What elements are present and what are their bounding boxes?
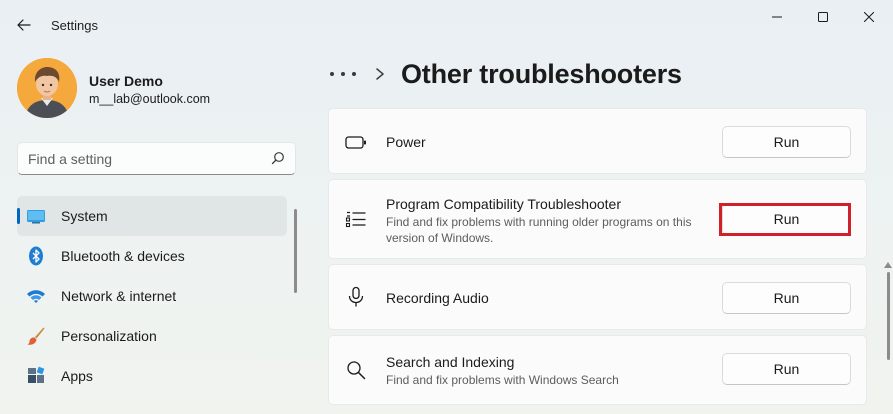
search-input[interactable] (28, 143, 258, 174)
card-title: Program Compatibility Troubleshooter (386, 196, 621, 212)
card-title: Recording Audio (386, 290, 489, 306)
monitor-icon (27, 210, 45, 224)
sidebar-scrollbar[interactable] (294, 209, 297, 293)
sidebar-item-label: System (61, 208, 108, 224)
troubleshooter-card-power: Power Run (328, 108, 867, 174)
close-icon (864, 12, 874, 22)
search-icon (347, 361, 366, 380)
sidebar-item-label: Apps (61, 368, 93, 384)
page-title: Other troubleshooters (401, 59, 682, 89)
chevron-right-icon (376, 68, 384, 80)
user-avatar-icon (17, 58, 77, 118)
minimize-button[interactable] (754, 0, 800, 34)
run-button-recording-audio[interactable]: Run (722, 282, 851, 314)
search-box[interactable] (17, 142, 296, 175)
content-scrollbar[interactable] (887, 272, 890, 360)
sidebar-item-label: Network & internet (61, 288, 177, 304)
sidebar-item-system[interactable]: System (17, 196, 287, 236)
apps-icon (28, 366, 45, 383)
sidebar-item-network[interactable]: Network & internet (17, 276, 287, 316)
wifi-icon (27, 290, 45, 303)
microphone-icon (348, 286, 364, 307)
card-title: Power (386, 134, 426, 150)
bluetooth-icon (29, 246, 43, 266)
close-button[interactable] (846, 0, 892, 34)
card-title: Search and Indexing (386, 354, 515, 370)
list-icon (345, 211, 366, 228)
title-bar: Settings (0, 0, 893, 50)
dot (352, 72, 356, 76)
minimize-icon (772, 16, 782, 18)
run-button-program-compatibility[interactable]: Run (722, 203, 851, 235)
sidebar-item-bluetooth[interactable]: Bluetooth & devices (17, 236, 287, 276)
user-email: m__lab@outlook.com (89, 92, 211, 106)
battery-icon (345, 136, 366, 149)
card-description: Find and fix problems with Windows Searc… (386, 373, 619, 387)
maximize-icon (818, 12, 828, 22)
dot (341, 72, 345, 76)
brush-icon (27, 327, 45, 345)
sidebar-item-label: Bluetooth & devices (61, 248, 185, 264)
scroll-up-arrow-icon[interactable] (884, 262, 892, 268)
avatar[interactable] (17, 58, 77, 118)
search-icon[interactable] (271, 151, 285, 165)
sidebar-item-apps[interactable]: Apps (17, 356, 287, 396)
run-button-power[interactable]: Run (722, 126, 851, 158)
run-button-search-indexing[interactable]: Run (722, 353, 851, 385)
settings-window: Settings User Demo m__lab@outlook.com Fi… (0, 0, 893, 414)
active-indicator (17, 208, 20, 224)
dot (330, 72, 334, 76)
maximize-button[interactable] (800, 0, 846, 34)
troubleshooter-card-program-compatibility: Program Compatibility Troubleshooter Fin… (328, 179, 867, 259)
troubleshooter-card-recording-audio: Recording Audio Run (328, 264, 867, 330)
breadcrumb-more-button[interactable] (330, 62, 356, 86)
back-arrow-icon (17, 19, 31, 31)
sidebar-nav: System Bluetooth & devices Network & int… (17, 196, 287, 396)
sidebar-item-personalization[interactable]: Personalization (17, 316, 287, 356)
app-title: Settings (51, 18, 98, 33)
back-button[interactable] (8, 11, 40, 39)
sidebar-item-label: Personalization (61, 328, 157, 344)
card-description: Find and fix problems with running older… (386, 215, 692, 245)
user-name: User Demo (89, 73, 163, 89)
troubleshooter-card-search-indexing: Search and Indexing Find and fix problem… (328, 335, 867, 405)
